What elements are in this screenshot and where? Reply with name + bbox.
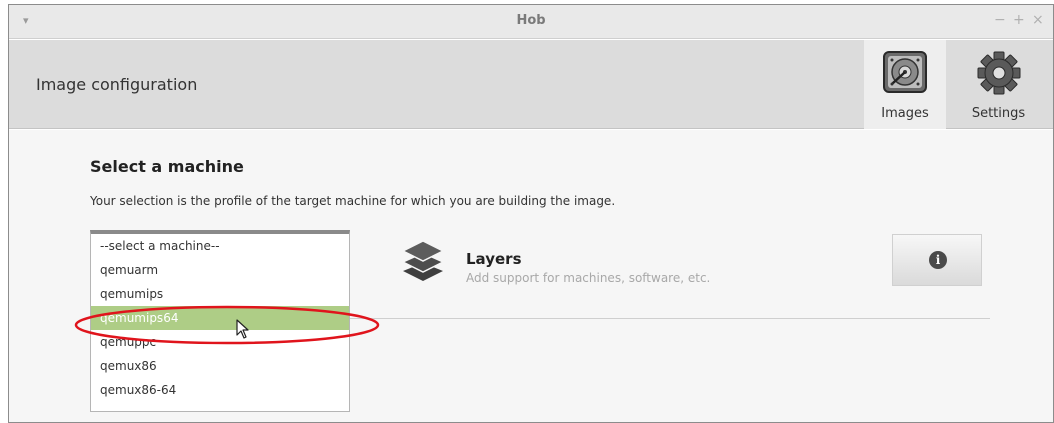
main-content: Select a machine Your selection is the p…	[9, 130, 1053, 422]
machine-option[interactable]: qemumips	[91, 282, 349, 306]
hob-window: ▾ Hob − + × Image configuration Images S…	[8, 4, 1054, 423]
settings-button[interactable]: Settings	[946, 40, 1051, 129]
maximize-button[interactable]: +	[1013, 12, 1025, 28]
machine-option[interactable]: --select a machine--	[91, 234, 349, 258]
hard-disk-icon	[882, 50, 928, 98]
machine-info-button[interactable]: i	[892, 234, 982, 286]
machine-option-selected[interactable]: qemumips64	[91, 306, 349, 330]
machine-dropdown-list[interactable]: --select a machine-- qemuarm qemumips qe…	[90, 230, 350, 412]
machine-option[interactable]: qemuppc	[91, 330, 349, 354]
minimize-button[interactable]: −	[994, 12, 1006, 28]
section-title: Select a machine	[90, 157, 244, 176]
section-description: Your selection is the profile of the tar…	[90, 194, 616, 208]
layers-link[interactable]: Layers	[466, 250, 522, 268]
settings-label: Settings	[971, 106, 1026, 121]
header-bar: Image configuration Images Settings	[9, 40, 1053, 129]
images-label: Images	[881, 106, 929, 121]
layers-icon[interactable]	[401, 237, 445, 289]
gear-icon	[976, 50, 1022, 100]
section-divider	[350, 318, 990, 319]
machine-option[interactable]: qemuarm	[91, 258, 349, 282]
layers-description: Add support for machines, software, etc.	[466, 271, 711, 285]
machine-option[interactable]: qemux86	[91, 354, 349, 378]
machine-option[interactable]: qemux86-64	[91, 378, 349, 402]
page-title: Image configuration	[36, 75, 198, 94]
close-button[interactable]: ×	[1032, 12, 1044, 28]
title-bar: ▾ Hob − + ×	[9, 5, 1053, 39]
info-icon: i	[929, 251, 947, 269]
window-title: Hob	[516, 13, 546, 28]
images-button[interactable]: Images	[864, 40, 946, 129]
